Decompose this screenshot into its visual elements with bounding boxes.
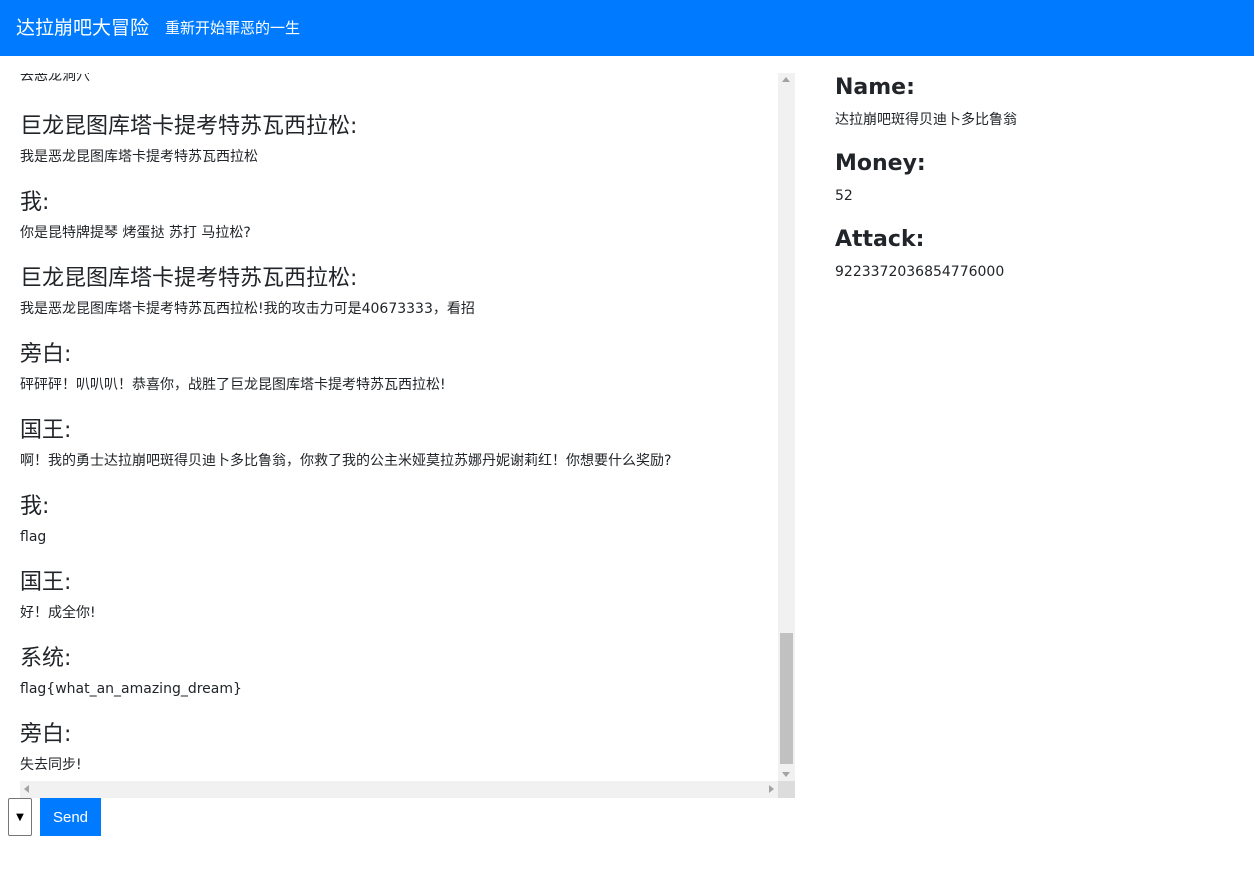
chevron-down-icon: ▼ — [16, 811, 24, 823]
chat-log-panel[interactable]: 去恶龙洞穴 巨龙昆图库塔卡提考特苏瓦西拉松: 我是恶龙昆图库塔卡提考特苏瓦西拉松… — [20, 73, 795, 798]
action-select[interactable]: ▼ — [8, 798, 32, 836]
message-text: 去恶龙洞穴 — [20, 73, 90, 84]
stat-attack: Attack: 9223372036854776000 — [835, 225, 1235, 301]
scroll-down-icon[interactable] — [782, 772, 790, 777]
message-text: 我是恶龙昆图库塔卡提考特苏瓦西拉松!我的攻击力可是40673333，看招 — [20, 301, 475, 317]
message-text: flag — [20, 529, 47, 545]
chat-message: 旁白: 砰砰砰！叭叭叭！恭喜你，战胜了巨龙昆图库塔卡提考特苏瓦西拉松! — [20, 328, 778, 404]
top-navbar: 达拉崩吧大冒险 重新开始罪恶的一生 — [0, 0, 1254, 56]
chat-message: 系统: flag{what_an_amazing_dream} — [20, 632, 778, 708]
message-speaker: 系统: — [20, 646, 72, 671]
message-text: 我是恶龙昆图库塔卡提考特苏瓦西拉松 — [20, 149, 258, 165]
chat-message: 我: flag — [20, 480, 778, 556]
chat-viewport: 去恶龙洞穴 巨龙昆图库塔卡提考特苏瓦西拉松: 我是恶龙昆图库塔卡提考特苏瓦西拉松… — [20, 73, 778, 781]
message-speaker: 旁白: — [20, 722, 72, 747]
chat-message: 国王: 啊！我的勇士达拉崩吧斑得贝迪卜多比鲁翁，你救了我的公主米娅莫拉苏娜丹妮谢… — [20, 404, 778, 480]
message-text: 你是昆特牌提琴 烤蛋挞 苏打 马拉松? — [20, 225, 251, 241]
message-speaker: 我: — [20, 494, 50, 519]
name-value: 达拉崩吧斑得贝迪卜多比鲁翁 — [835, 112, 1017, 128]
message-text: 好！成全你! — [20, 605, 96, 621]
chat-message: 巨龙昆图库塔卡提考特苏瓦西拉松: 我是恶龙昆图库塔卡提考特苏瓦西拉松 — [20, 100, 778, 176]
restart-link[interactable]: 重新开始罪恶的一生 — [165, 18, 300, 38]
message-speaker: 国王: — [20, 418, 72, 443]
stat-name: Name: 达拉崩吧斑得贝迪卜多比鲁翁 — [835, 73, 1235, 149]
money-label: Money: — [835, 151, 926, 176]
vertical-scrollbar[interactable] — [778, 73, 795, 781]
app-title[interactable]: 达拉崩吧大冒险 — [16, 16, 149, 40]
scrollbar-corner — [778, 781, 795, 798]
chat-message: 国王: 好！成全你! — [20, 556, 778, 632]
message-speaker: 旁白: — [20, 342, 72, 367]
message-text: flag{what_an_amazing_dream} — [20, 681, 242, 697]
stat-money: Money: 52 — [835, 149, 1235, 225]
message-text: 砰砰砰！叭叭叭！恭喜你，战胜了巨龙昆图库塔卡提考特苏瓦西拉松! — [20, 377, 446, 393]
message-speaker: 我: — [20, 190, 50, 215]
message-speaker: 国王: — [20, 570, 72, 595]
chat-message: 巨龙昆图库塔卡提考特苏瓦西拉松: 我是恶龙昆图库塔卡提考特苏瓦西拉松!我的攻击力… — [20, 252, 778, 328]
vertical-scroll-thumb[interactable] — [780, 633, 793, 764]
scroll-right-icon[interactable] — [769, 785, 774, 793]
player-stats-panel: Name: 达拉崩吧斑得贝迪卜多比鲁翁 Money: 52 Attack: 92… — [835, 73, 1235, 301]
attack-value: 9223372036854776000 — [835, 264, 1005, 280]
message-text: 啊！我的勇士达拉崩吧斑得贝迪卜多比鲁翁，你救了我的公主米娅莫拉苏娜丹妮谢莉红！你… — [20, 453, 672, 469]
name-label: Name: — [835, 75, 915, 100]
money-value: 52 — [835, 188, 853, 204]
chat-message: 旁白: 失去同步! — [20, 708, 778, 781]
message-speaker: 巨龙昆图库塔卡提考特苏瓦西拉松: — [20, 266, 358, 291]
horizontal-scrollbar[interactable] — [20, 781, 778, 798]
scroll-up-icon[interactable] — [782, 77, 790, 82]
chat-message: 我: 你是昆特牌提琴 烤蛋挞 苏打 马拉松? — [20, 176, 778, 252]
chat-message: 去恶龙洞穴 — [20, 73, 778, 100]
scroll-left-icon[interactable] — [24, 785, 29, 793]
chat-content: 去恶龙洞穴 巨龙昆图库塔卡提考特苏瓦西拉松: 我是恶龙昆图库塔卡提考特苏瓦西拉松… — [20, 73, 778, 781]
message-speaker: 巨龙昆图库塔卡提考特苏瓦西拉松: — [20, 114, 358, 139]
attack-label: Attack: — [835, 227, 925, 252]
message-text: 失去同步! — [20, 757, 82, 773]
send-button[interactable]: Send — [40, 798, 101, 836]
